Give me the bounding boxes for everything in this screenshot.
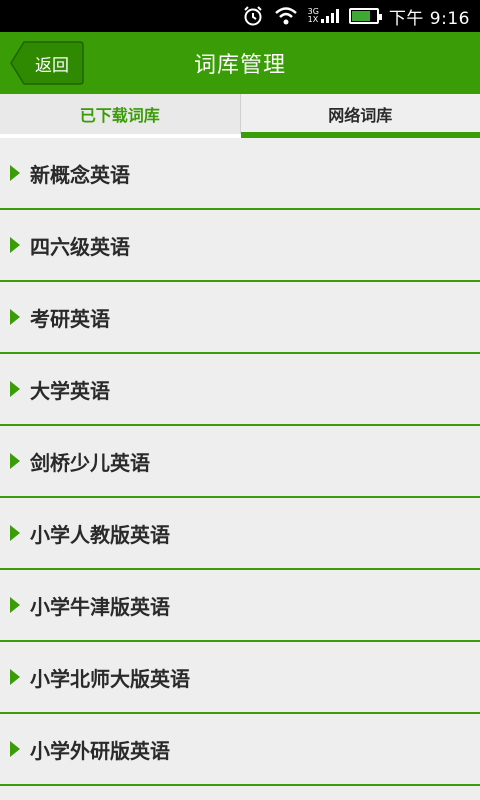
list-item[interactable]: 剑桥少儿英语 xyxy=(0,426,480,498)
tab-online[interactable]: 网络词库 xyxy=(240,94,480,138)
triangle-right-icon xyxy=(10,309,20,325)
list-item[interactable]: 小学人教版英语 xyxy=(0,498,480,570)
triangle-right-icon xyxy=(10,381,20,397)
tab-downloaded[interactable]: 已下载词库 xyxy=(0,94,241,134)
triangle-right-icon xyxy=(10,237,20,253)
signal-icon: 3G 1X xyxy=(308,8,339,24)
network-type-bottom: 1X xyxy=(307,15,319,24)
list-item[interactable]: 小学牛津版英语 xyxy=(0,570,480,642)
list-item[interactable]: 新概念英语 xyxy=(0,138,480,210)
list-item-label: 小学牛津版英语 xyxy=(30,594,170,619)
list-item-label: 四六级英语 xyxy=(30,234,130,259)
alarm-icon xyxy=(242,5,264,27)
library-list: 新概念英语 四六级英语 考研英语 大学英语 剑桥少儿英语 小学人教版英语 小学牛… xyxy=(0,138,480,786)
status-bar: 3G 1X 下午 9:16 xyxy=(0,0,480,32)
list-item[interactable]: 四六级英语 xyxy=(0,210,480,282)
triangle-right-icon xyxy=(10,669,20,685)
list-item-label: 小学外研版英语 xyxy=(30,738,170,763)
list-item-label: 剑桥少儿英语 xyxy=(30,450,150,475)
back-button-label: 返回 xyxy=(35,55,69,76)
back-button[interactable]: 返回 xyxy=(10,41,84,85)
list-item-label: 新概念英语 xyxy=(30,162,130,187)
triangle-right-icon xyxy=(10,525,20,541)
list-item-label: 小学北师大版英语 xyxy=(30,666,190,691)
page-title: 词库管理 xyxy=(193,53,286,78)
list-item[interactable]: 小学北师大版英语 xyxy=(0,642,480,714)
list-item-label: 大学英语 xyxy=(30,378,110,403)
list-item[interactable]: 考研英语 xyxy=(0,282,480,354)
triangle-right-icon xyxy=(10,597,20,613)
list-item-label: 小学人教版英语 xyxy=(30,522,170,547)
triangle-right-icon xyxy=(10,741,20,757)
list-item[interactable]: 小学外研版英语 xyxy=(0,714,480,786)
app-header: 返回 词库管理 xyxy=(0,32,480,94)
list-item-label: 考研英语 xyxy=(30,306,110,331)
triangle-right-icon xyxy=(10,453,20,469)
status-time: 下午 9:16 xyxy=(388,8,470,29)
triangle-right-icon xyxy=(10,165,20,181)
tab-bar: 已下载词库 网络词库 xyxy=(0,94,480,138)
wifi-icon xyxy=(274,6,298,26)
list-item[interactable]: 大学英语 xyxy=(0,354,480,426)
battery-icon xyxy=(348,8,382,24)
